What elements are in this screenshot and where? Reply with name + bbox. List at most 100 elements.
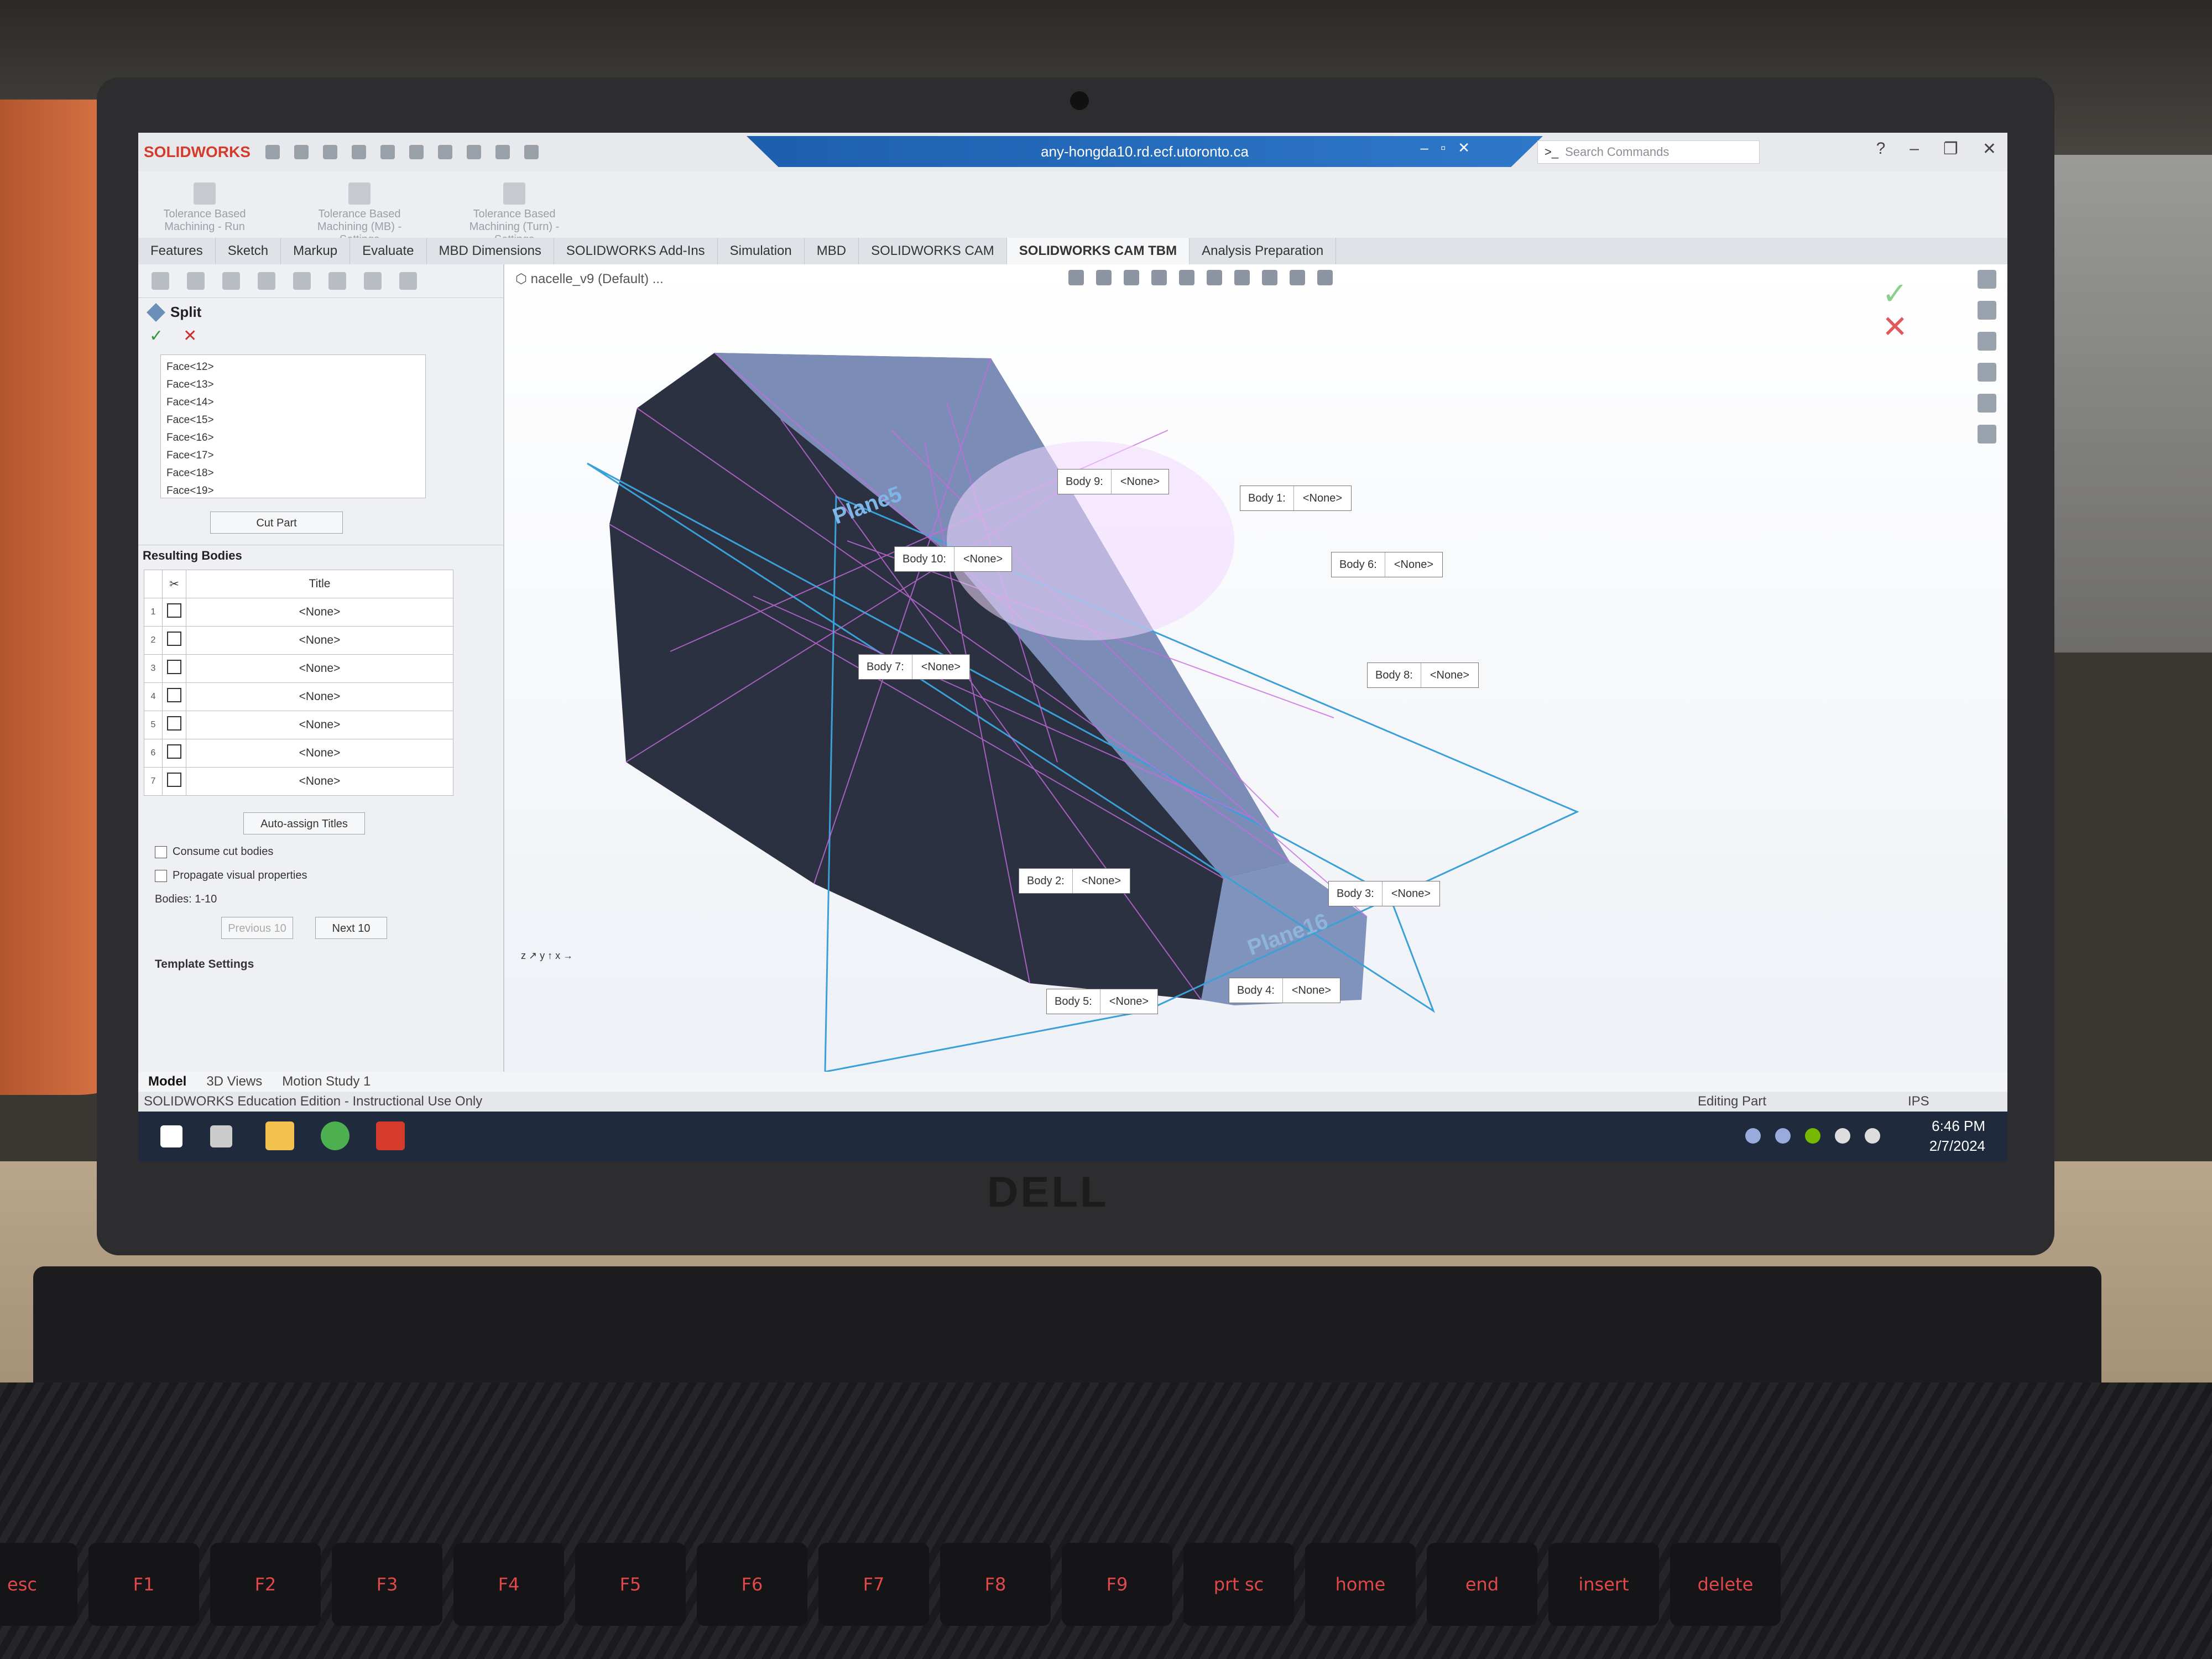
section-view-icon[interactable] [1151,270,1167,285]
table-row[interactable]: 6 <None> [144,739,453,768]
callout-value[interactable]: <None> [1112,469,1168,494]
table-row[interactable]: 5 <None> [144,711,453,739]
property-manager-icon[interactable] [187,272,205,290]
file-explorer-icon[interactable] [1978,332,1996,351]
document-breadcrumb[interactable]: ⬡ nacelle_v9 (Default) ... [515,271,664,287]
apply-scene-icon[interactable] [1290,270,1305,285]
callout-value[interactable]: <None> [1073,869,1130,893]
previous-10-button[interactable]: Previous 10 [221,917,293,939]
body-callout[interactable]: Body 2: <None> [1019,868,1130,894]
tbm-mb-settings-button[interactable]: Tolerance Based Machining (MB) - Setting… [304,182,415,246]
select-icon[interactable] [467,145,481,159]
consume-cut-bodies-option[interactable]: Consume cut bodies [155,846,503,858]
cam-tool-tree-icon[interactable] [399,272,417,290]
resulting-bodies-header[interactable]: Resulting Bodies [138,545,503,566]
previous-view-icon[interactable] [1124,270,1139,285]
list-item[interactable]: Face<12> [166,358,420,376]
tab-addins[interactable]: SOLIDWORKS Add-Ins [554,238,718,264]
table-row[interactable]: 1 <None> [144,598,453,627]
remote-window-controls[interactable]: –▫✕ [1421,139,1482,156]
consume-checkbox[interactable] [155,846,167,858]
tab-markup[interactable]: Markup [281,238,351,264]
table-row[interactable]: 2 <None> [144,626,453,655]
template-settings-header[interactable]: Template Settings [155,958,503,971]
tab-analysis-preparation[interactable]: Analysis Preparation [1190,238,1337,264]
feature-manager-icon[interactable] [152,272,169,290]
display-style-icon[interactable] [1207,270,1222,285]
list-item[interactable]: Face<18> [166,465,420,482]
row-checkbox[interactable] [162,626,186,655]
tab-sketch[interactable]: Sketch [216,238,281,264]
row-checkbox[interactable] [162,711,186,739]
rebuild-icon[interactable] [495,145,510,159]
row-checkbox[interactable] [162,598,186,627]
body-callout[interactable]: Body 10: <None> [894,546,1013,572]
file-explorer-icon[interactable] [265,1121,294,1150]
open-icon[interactable] [323,145,337,159]
table-row[interactable]: 7 <None> [144,767,453,796]
remote-connection-bar[interactable]: any-hongda10.rd.ecf.utoronto.ca –▫✕ [747,136,1543,167]
row-checkbox[interactable] [162,682,186,711]
callout-value[interactable]: <None> [1385,552,1442,577]
help-icon[interactable]: ? [1876,139,1886,159]
list-item[interactable]: Face<13> [166,376,420,394]
view-orientation-icon[interactable] [1179,270,1194,285]
tab-mbd-dimensions[interactable]: MBD Dimensions [427,238,554,264]
view-palette-icon[interactable] [1978,363,1996,382]
list-item[interactable]: Face<14> [166,394,420,411]
search-commands[interactable]: >_ Search Commands [1537,140,1760,164]
close-icon[interactable]: ✕ [183,326,197,346]
options-icon[interactable] [524,145,539,159]
minimize-button[interactable]: – [1910,139,1919,159]
body-callout[interactable]: Body 5: <None> [1046,989,1158,1014]
graphics-area[interactable]: Plane5 Plane16 ⬡ nacelle_v9 (Default) ..… [504,264,2007,1072]
edit-appearance-icon[interactable] [1262,270,1277,285]
row-title[interactable]: <None> [186,598,453,627]
tab-motion-study[interactable]: Motion Study 1 [272,1072,380,1092]
hide-show-icon[interactable] [1234,270,1250,285]
clock[interactable]: 6:46 PM 2/7/2024 [1929,1116,1985,1156]
tray-icon[interactable] [1745,1128,1761,1144]
network-icon[interactable] [1835,1128,1850,1144]
callout-value[interactable]: <None> [1421,663,1478,687]
home-icon[interactable] [265,145,280,159]
row-checkbox[interactable] [162,767,186,796]
row-title[interactable]: <None> [186,626,453,655]
save-icon[interactable] [352,145,366,159]
solidworks-logo[interactable]: SOLIDWORKS [144,143,254,161]
callout-value[interactable]: <None> [1294,486,1351,510]
row-title[interactable]: <None> [186,739,453,768]
row-title[interactable]: <None> [186,682,453,711]
body-callout[interactable]: Body 8: <None> [1367,662,1479,688]
table-row[interactable]: 4 <None> [144,682,453,711]
tbm-run-button[interactable]: Tolerance Based Machining - Run [149,182,260,233]
units[interactable]: IPS [1908,1092,1929,1112]
task-view-icon[interactable] [210,1125,232,1147]
zoom-area-icon[interactable] [1096,270,1112,285]
body-callout[interactable]: Body 9: <None> [1057,469,1169,494]
undo-icon[interactable] [409,145,424,159]
solidworks-resources-icon[interactable] [1978,270,1996,289]
confirm-check-icon[interactable]: ✓ [1882,275,1908,312]
tab-cam-tbm[interactable]: SOLIDWORKS CAM TBM [1006,238,1190,264]
view-settings-icon[interactable] [1317,270,1333,285]
nacelle-model[interactable]: Plane5 Plane16 [504,264,2007,1072]
cut-part-button[interactable]: Cut Part [210,512,343,534]
row-title[interactable]: <None> [186,767,453,796]
print-icon[interactable] [380,145,395,159]
cam-feature-tree-icon[interactable] [328,272,346,290]
zoom-to-fit-icon[interactable] [1068,270,1084,285]
body-callout[interactable]: Body 4: <None> [1229,978,1340,1003]
cam-operation-tree-icon[interactable] [364,272,382,290]
tab-evaluate[interactable]: Evaluate [350,238,427,264]
propagate-visual-option[interactable]: Propagate visual properties [155,869,503,882]
row-checkbox[interactable] [162,654,186,683]
tbm-turn-settings-button[interactable]: Tolerance Based Machining (Turn) - Setti… [459,182,570,246]
auto-assign-titles-button[interactable]: Auto-assign Titles [243,812,365,834]
tab-mbd[interactable]: MBD [805,238,859,264]
restore-button[interactable]: ❐ [1943,139,1958,159]
close-button[interactable]: ✕ [1983,139,1996,159]
body-callout[interactable]: Body 7: <None> [858,654,970,680]
tab-features[interactable]: Features [138,238,216,264]
row-checkbox[interactable] [162,739,186,768]
